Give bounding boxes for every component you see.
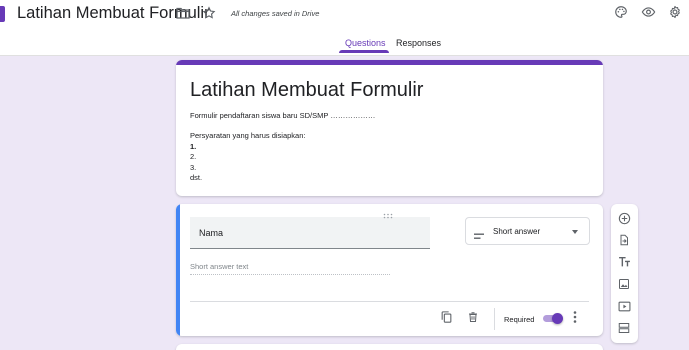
question-type-dropdown[interactable]: Short answer [465, 217, 590, 245]
delete-icon[interactable] [466, 310, 480, 324]
short-text-icon [474, 227, 484, 245]
more-options-icon[interactable] [572, 310, 578, 324]
duplicate-icon[interactable] [439, 310, 453, 324]
active-tab-indicator [339, 50, 389, 53]
footer-vertical-divider [494, 308, 495, 330]
question-card[interactable]: Nama Short answer Short answer text Requ… [176, 204, 603, 336]
tab-questions[interactable]: Questions [345, 38, 386, 48]
chevron-down-icon [572, 230, 578, 234]
drag-handle-icon[interactable] [383, 206, 393, 219]
question-type-label: Short answer [493, 227, 541, 236]
form-description-line[interactable]: Persyaratan yang harus disiapkan: [190, 131, 306, 140]
side-toolbar [611, 204, 638, 343]
gear-icon[interactable] [667, 4, 683, 20]
add-title-icon[interactable] [617, 255, 631, 269]
folder-icon[interactable] [175, 5, 191, 21]
active-question-indicator [176, 204, 180, 336]
required-label: Required [504, 315, 535, 324]
question-title: Nama [199, 228, 224, 238]
form-description-line[interactable]: 2. [190, 152, 196, 161]
form-header-card[interactable]: Latihan Membuat Formulir Formulir pendaf… [176, 60, 603, 196]
app-header: Latihan Membuat Formulir All changes sav… [0, 0, 689, 56]
form-title[interactable]: Latihan Membuat Formulir [190, 79, 423, 102]
toggle-knob [552, 313, 563, 324]
next-question-card[interactable] [176, 344, 603, 350]
add-question-icon[interactable] [617, 211, 631, 225]
header-accent-bar [176, 60, 603, 65]
import-questions-icon[interactable] [617, 233, 631, 247]
form-description-line[interactable]: 3. [190, 163, 196, 172]
short-answer-placeholder: Short answer text [190, 262, 249, 271]
question-title-field[interactable]: Nama [190, 217, 430, 249]
add-video-icon[interactable] [617, 299, 631, 313]
required-toggle[interactable] [541, 313, 563, 324]
form-description-line[interactable]: dst. [190, 173, 202, 182]
footer-divider [190, 301, 589, 302]
form-description-line[interactable]: Formulir pendaftaran siswa baru SD/SMP …… [190, 111, 375, 120]
forms-logo-icon[interactable] [0, 6, 5, 22]
add-image-icon[interactable] [617, 277, 631, 291]
save-status: All changes saved in Drive [231, 9, 320, 18]
eye-icon[interactable] [640, 4, 656, 20]
palette-icon[interactable] [613, 4, 629, 20]
form-description-line[interactable]: 1. [190, 142, 196, 151]
tab-responses[interactable]: Responses [396, 38, 441, 48]
add-section-icon[interactable] [617, 321, 631, 335]
star-icon[interactable] [201, 5, 217, 21]
answer-underline [190, 274, 390, 275]
